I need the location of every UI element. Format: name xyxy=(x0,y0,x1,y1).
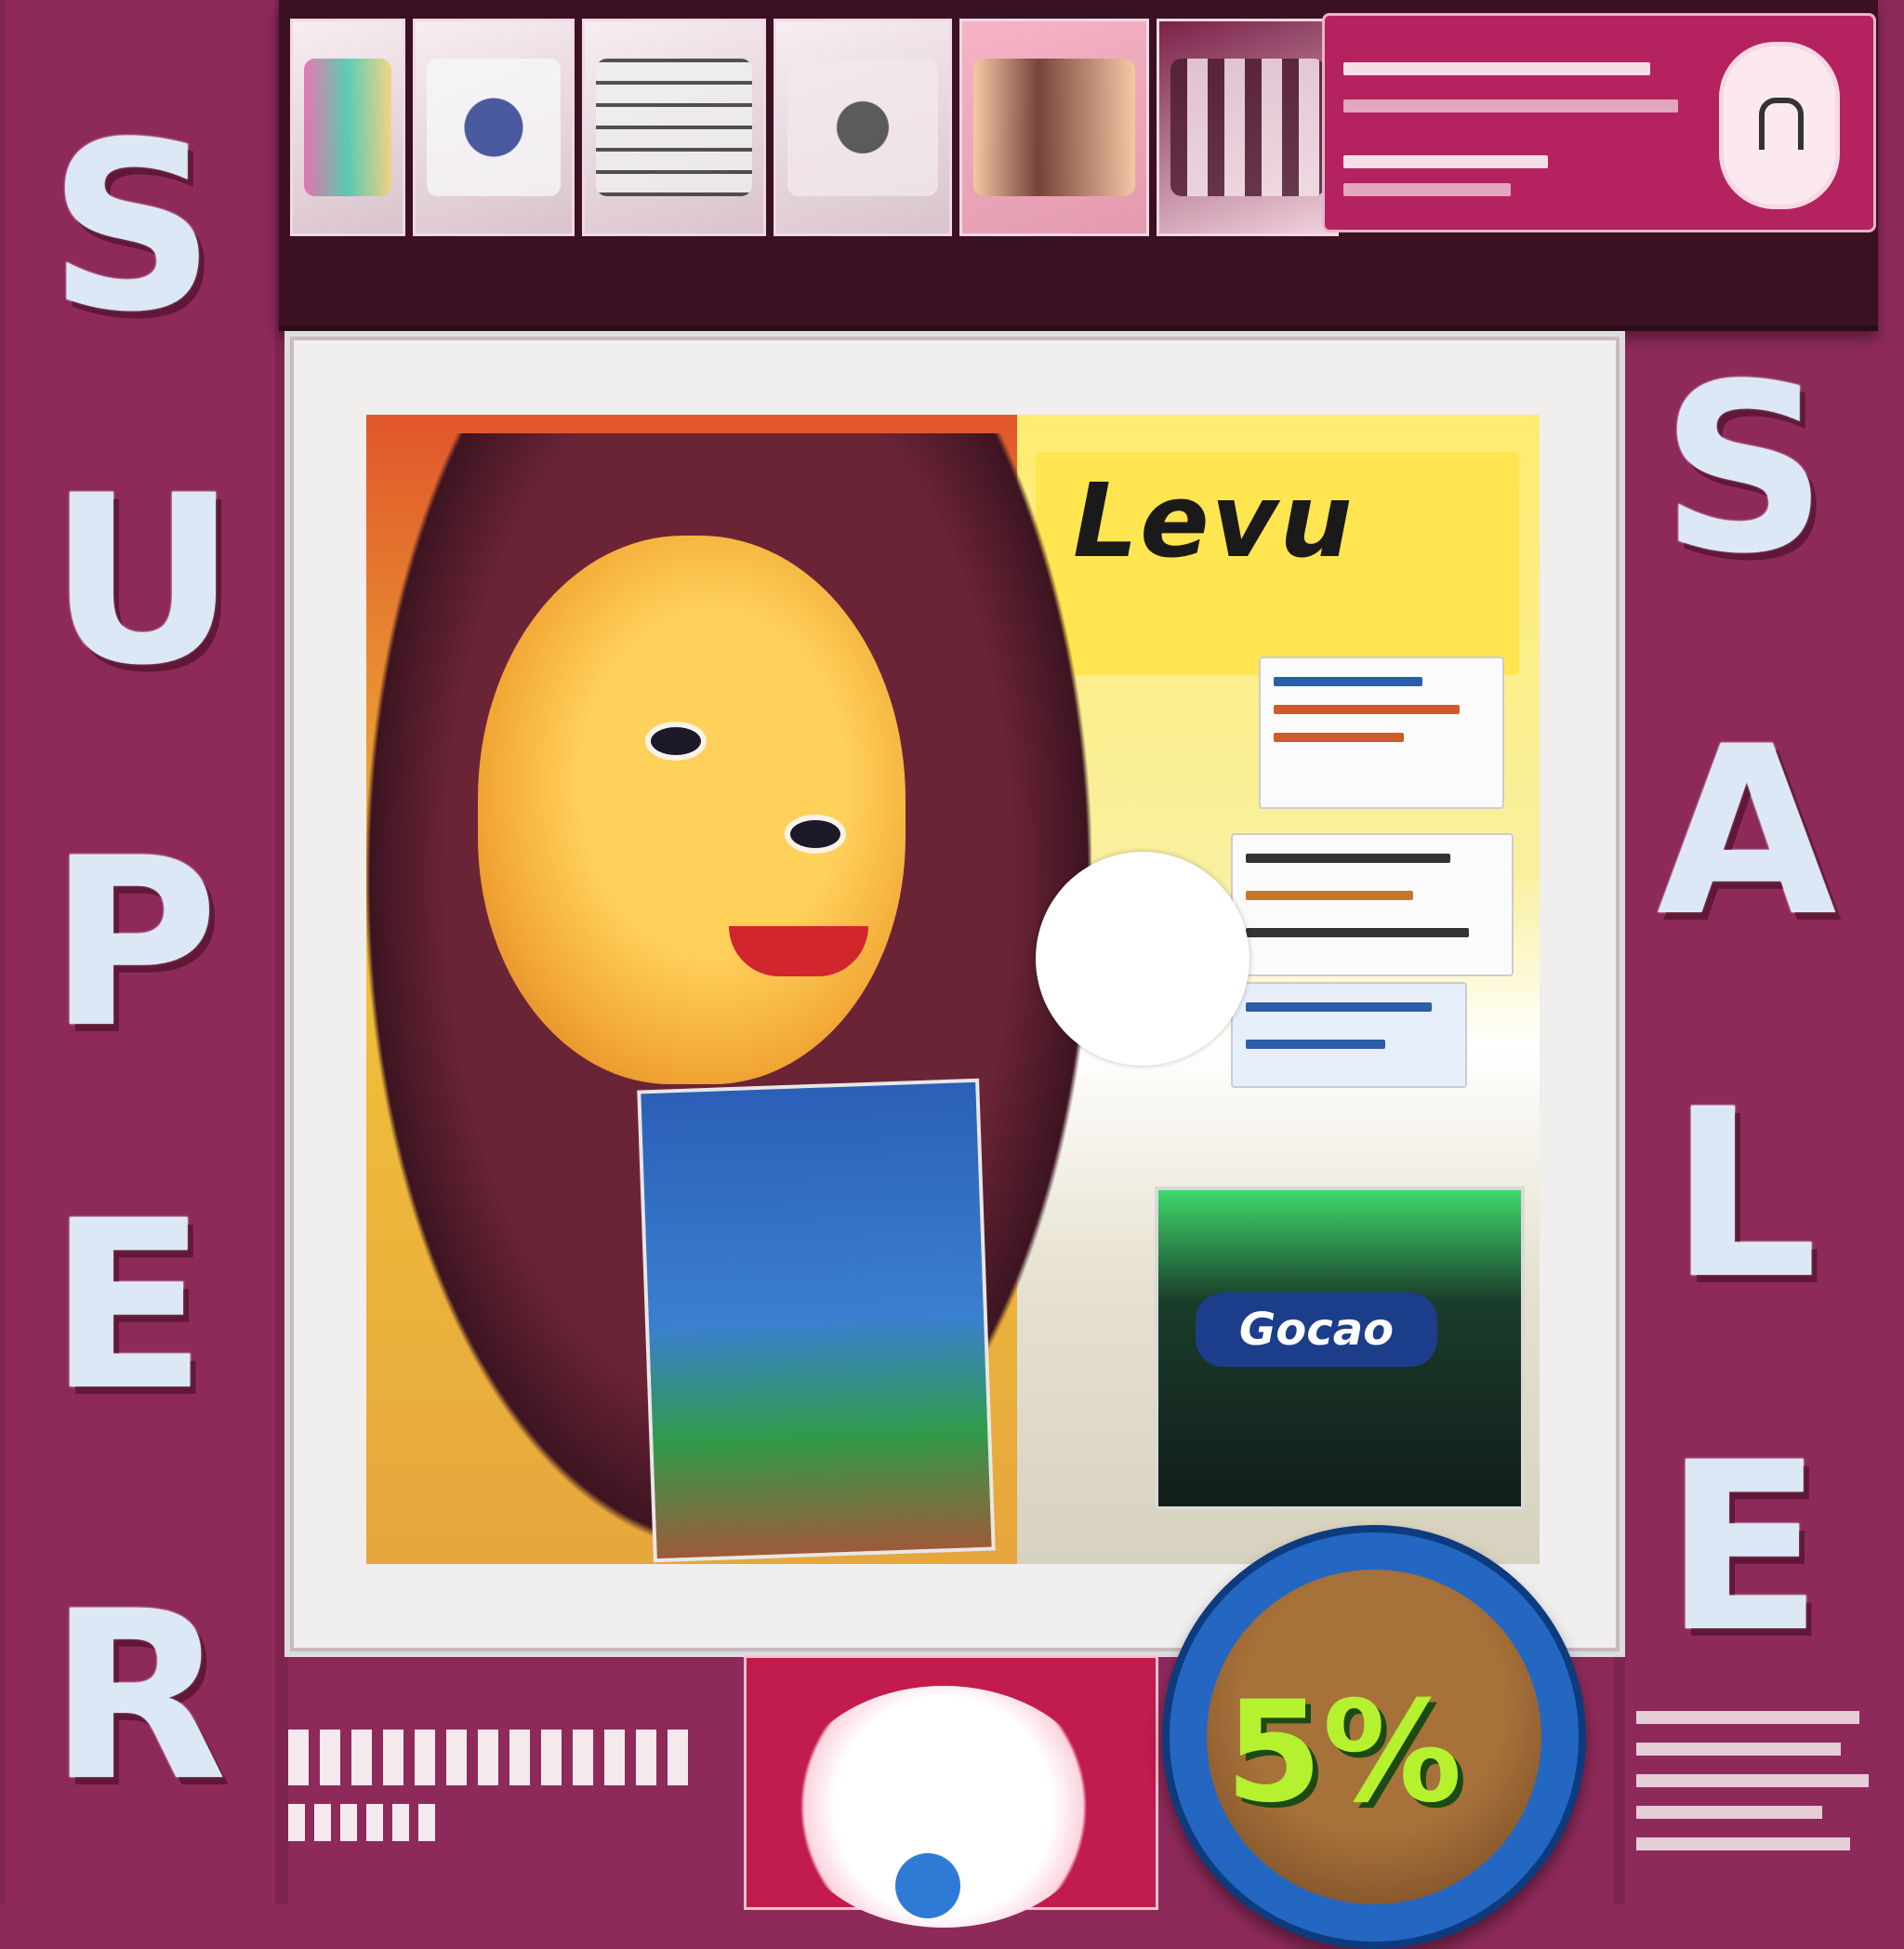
product-panel xyxy=(959,19,1149,236)
package-label: Gocao xyxy=(1196,1293,1437,1367)
letter: E xyxy=(1664,1412,1823,1683)
product-package: Gocao xyxy=(1155,1187,1525,1510)
eye xyxy=(785,815,846,854)
shelf-banner xyxy=(1322,13,1876,232)
eye xyxy=(645,722,707,761)
product-panel xyxy=(774,19,952,236)
letter: L xyxy=(1670,1059,1818,1330)
promo-box xyxy=(744,1655,1158,1928)
advert-photo: Levu Gocao xyxy=(366,415,1540,1564)
discount-badge: 5% xyxy=(1162,1525,1586,1949)
photo-frame: Levu Gocao xyxy=(284,331,1625,1657)
fine-print xyxy=(1636,1702,1897,1869)
product-package xyxy=(637,1078,996,1563)
letter: E xyxy=(48,1171,207,1441)
letter: S xyxy=(48,92,217,363)
bottom-caption xyxy=(288,1730,697,1841)
shelf-product-panels xyxy=(290,19,1339,236)
product-panel xyxy=(1157,19,1339,236)
seal-icon xyxy=(1719,42,1840,209)
product-panel xyxy=(582,19,766,236)
letter: U xyxy=(48,445,238,716)
product-panel xyxy=(290,19,405,236)
product-panel xyxy=(413,19,575,236)
top-shelf xyxy=(279,0,1878,331)
speech-bubble xyxy=(1036,852,1250,1066)
model-face xyxy=(478,536,906,1084)
letter: A xyxy=(1657,696,1837,967)
letter: S xyxy=(1660,334,1829,604)
price-card xyxy=(1231,833,1514,976)
price-card xyxy=(1231,982,1467,1088)
letter: P xyxy=(48,808,219,1079)
discount-percent: 5% xyxy=(1225,1672,1462,1834)
sign-text: Levu xyxy=(1073,461,1355,580)
blue-dot-icon xyxy=(895,1853,960,1918)
price-card xyxy=(1259,656,1504,809)
letter: R xyxy=(48,1561,228,1832)
lips xyxy=(729,926,868,976)
